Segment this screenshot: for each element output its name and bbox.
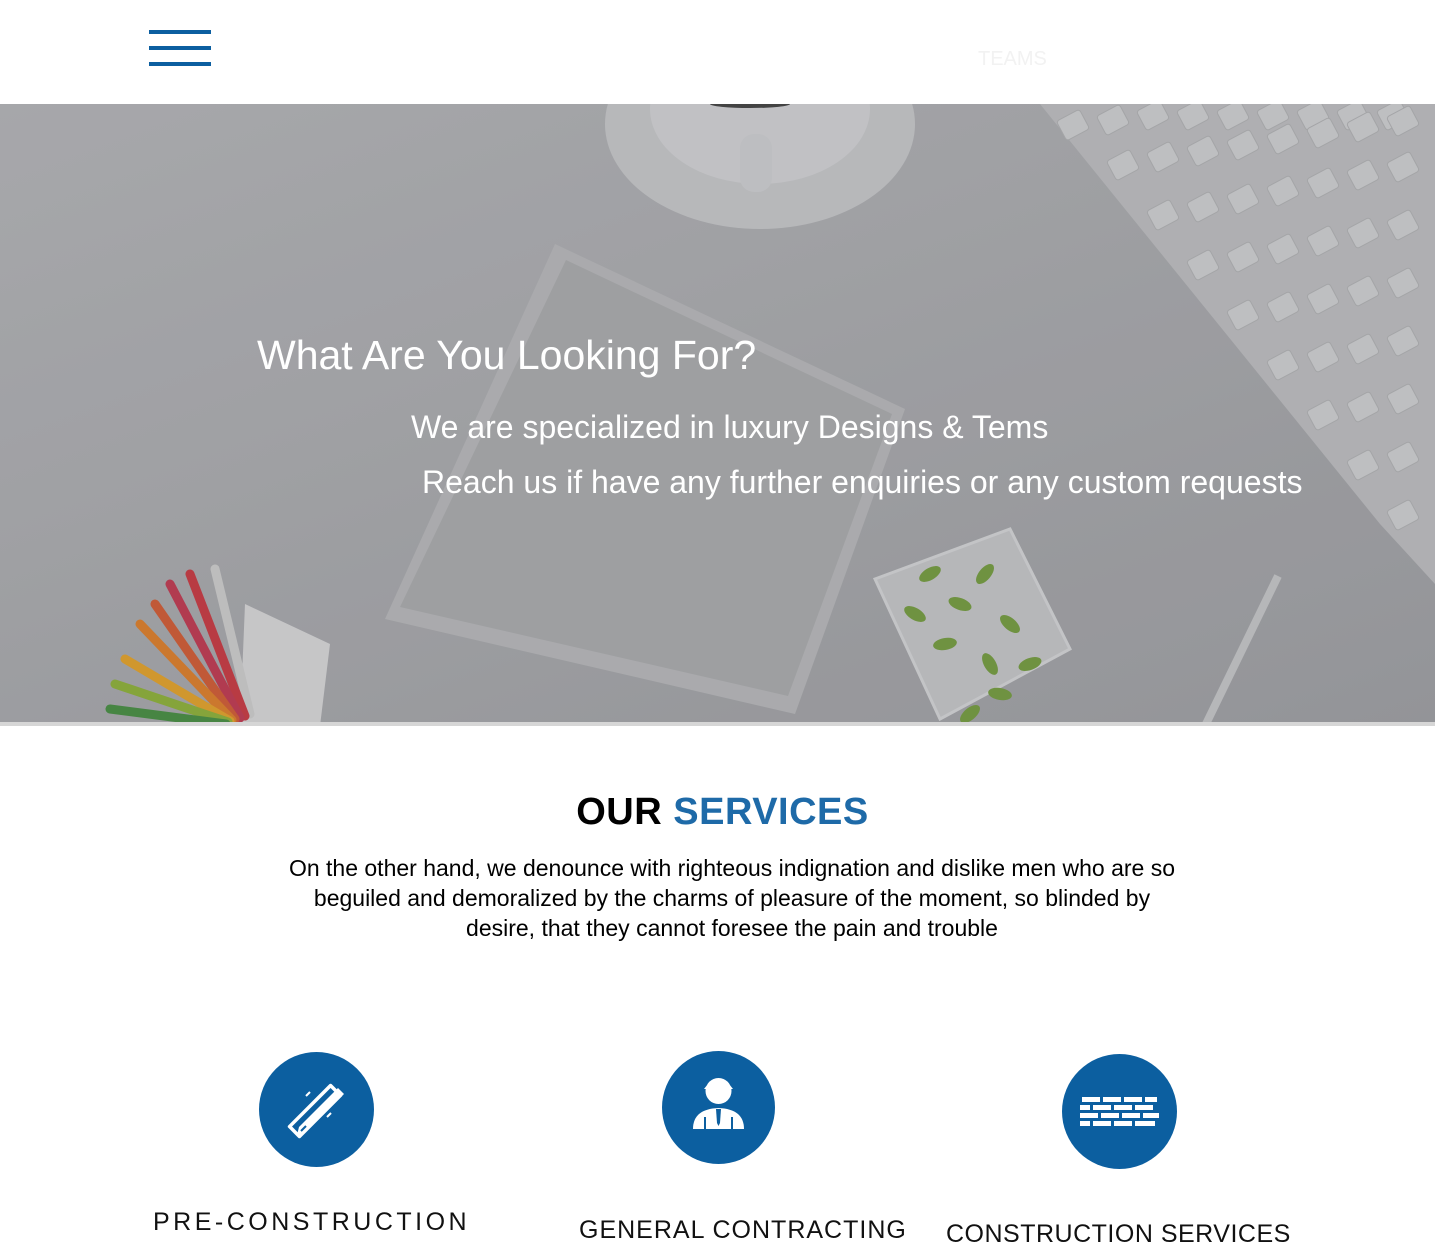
service-label-construction-services[interactable]: CONSTRUCTION SERVICES [946,1220,1291,1249]
services-title: OUR SERVICES [0,791,1435,834]
site-header: TEAMS [0,0,1435,104]
hamburger-bar [149,46,211,50]
pencil-ruler-icon [287,1083,344,1139]
hero-divider [0,722,1435,726]
hamburger-bar [149,30,211,34]
hamburger-menu-icon[interactable] [149,30,211,68]
general-contracting-service-icon-button[interactable] [662,1051,775,1164]
hero-title: What Are You Looking For? [257,332,757,378]
services-title-part-2: SERVICES [673,791,869,833]
services-description: On the other hand, we denounce with righ… [288,855,1176,941]
hamburger-bar [149,62,211,66]
service-label-general-contracting[interactable]: GENERAL CONTRACTING [579,1216,907,1245]
pre-construction-service-icon-button[interactable] [259,1052,374,1167]
services-title-part-1: OUR [576,791,663,833]
hero-subtitle-line-2: Reach us if have any further enquiries o… [422,464,1303,500]
nav-link-teams[interactable]: TEAMS [978,48,1047,71]
hero-banner: What Are You Looking For? We are special… [0,104,1435,726]
contractor-person-icon [693,1078,744,1129]
hero-subtitle-line-1: We are specialized in luxury Designs & T… [411,409,1049,445]
construction-services-icon-button[interactable] [1062,1054,1177,1169]
brick-wall-icon [1080,1097,1159,1126]
